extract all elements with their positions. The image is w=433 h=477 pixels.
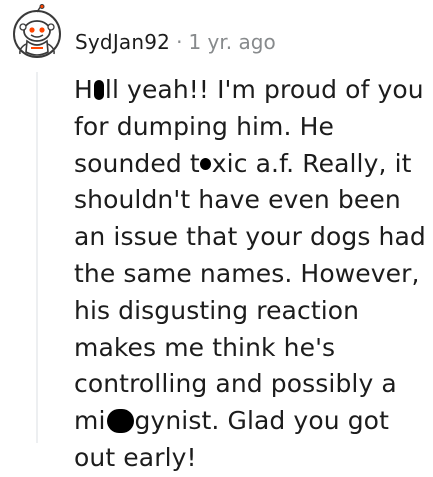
comment-header: SydJan92 · 1 yr. ago [75,28,276,56]
redaction-mark [106,409,134,434]
separator-dot: · [176,30,183,54]
user-avatar-icon[interactable] [10,4,64,66]
redaction-mark [200,157,212,170]
comment: SydJan92 · 1 yr. ago Hll yeah!! I'm proud … [0,0,433,472]
timestamp[interactable]: 1 yr. ago [188,30,275,54]
comment-body: Hll yeah!! I'm proud of you for dumping … [74,72,429,477]
thread-line[interactable] [36,72,38,443]
comment-text-part: H [74,75,93,104]
comment-text-part: xic a.f. Really, it shouldn't have even … [74,148,426,436]
redaction-mark [93,80,104,100]
username-link[interactable]: SydJan92 [75,30,170,54]
